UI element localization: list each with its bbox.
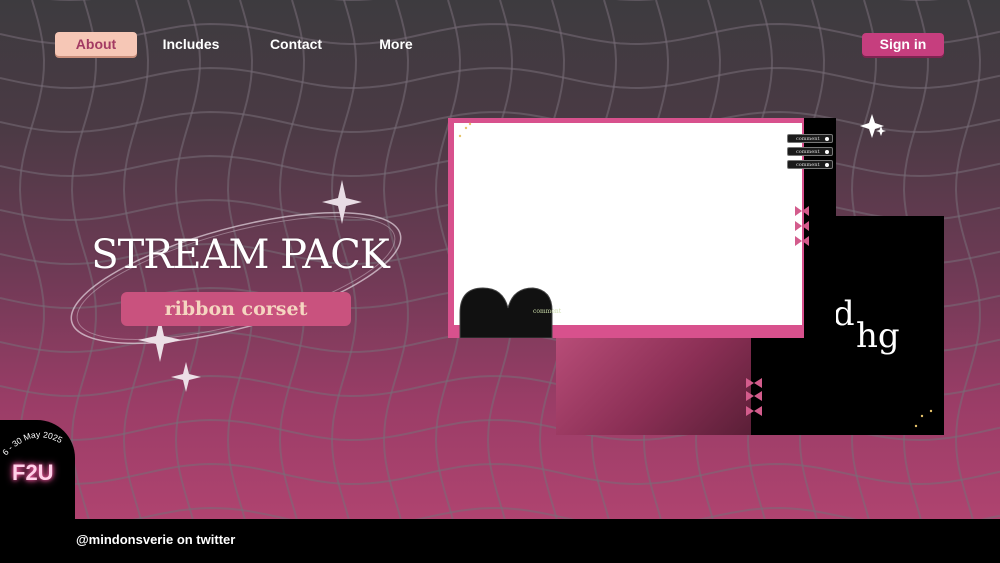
badge-label: F2U (12, 460, 54, 485)
star-dots (458, 122, 472, 138)
grid-line-horizontal (0, 462, 1000, 486)
top-navigation: About Includes Contact More (0, 30, 1000, 58)
footer-credit[interactable]: @mindonsverie on twitter (76, 532, 235, 547)
nav-more[interactable]: More (360, 32, 432, 56)
nav-about[interactable]: About (55, 32, 137, 56)
hero-subtitle-pill: ribbon corset (121, 292, 351, 326)
badge-dates: 6 - 30 May 2025 (0, 429, 64, 457)
grid-line-horizontal (0, 66, 1000, 90)
stream-screen-front: comment comment comment comment (448, 118, 836, 338)
nav-includes[interactable]: Includes (150, 32, 232, 56)
svg-text:6 - 30 May 2025: 6 - 30 May 2025 (0, 429, 64, 457)
front-screen-ornaments (458, 122, 809, 338)
small-comment: comment (533, 308, 562, 315)
bow-icon (795, 206, 809, 246)
bow-icon (746, 378, 762, 416)
hero-title: STREAM PACK (91, 232, 390, 278)
footer-bar: @mindonsverie on twitter (0, 519, 1000, 563)
hero-subtitle: ribbon corset (164, 298, 308, 320)
nav-contact[interactable]: Contact (255, 32, 337, 56)
sign-in-button[interactable]: Sign in (862, 33, 944, 56)
